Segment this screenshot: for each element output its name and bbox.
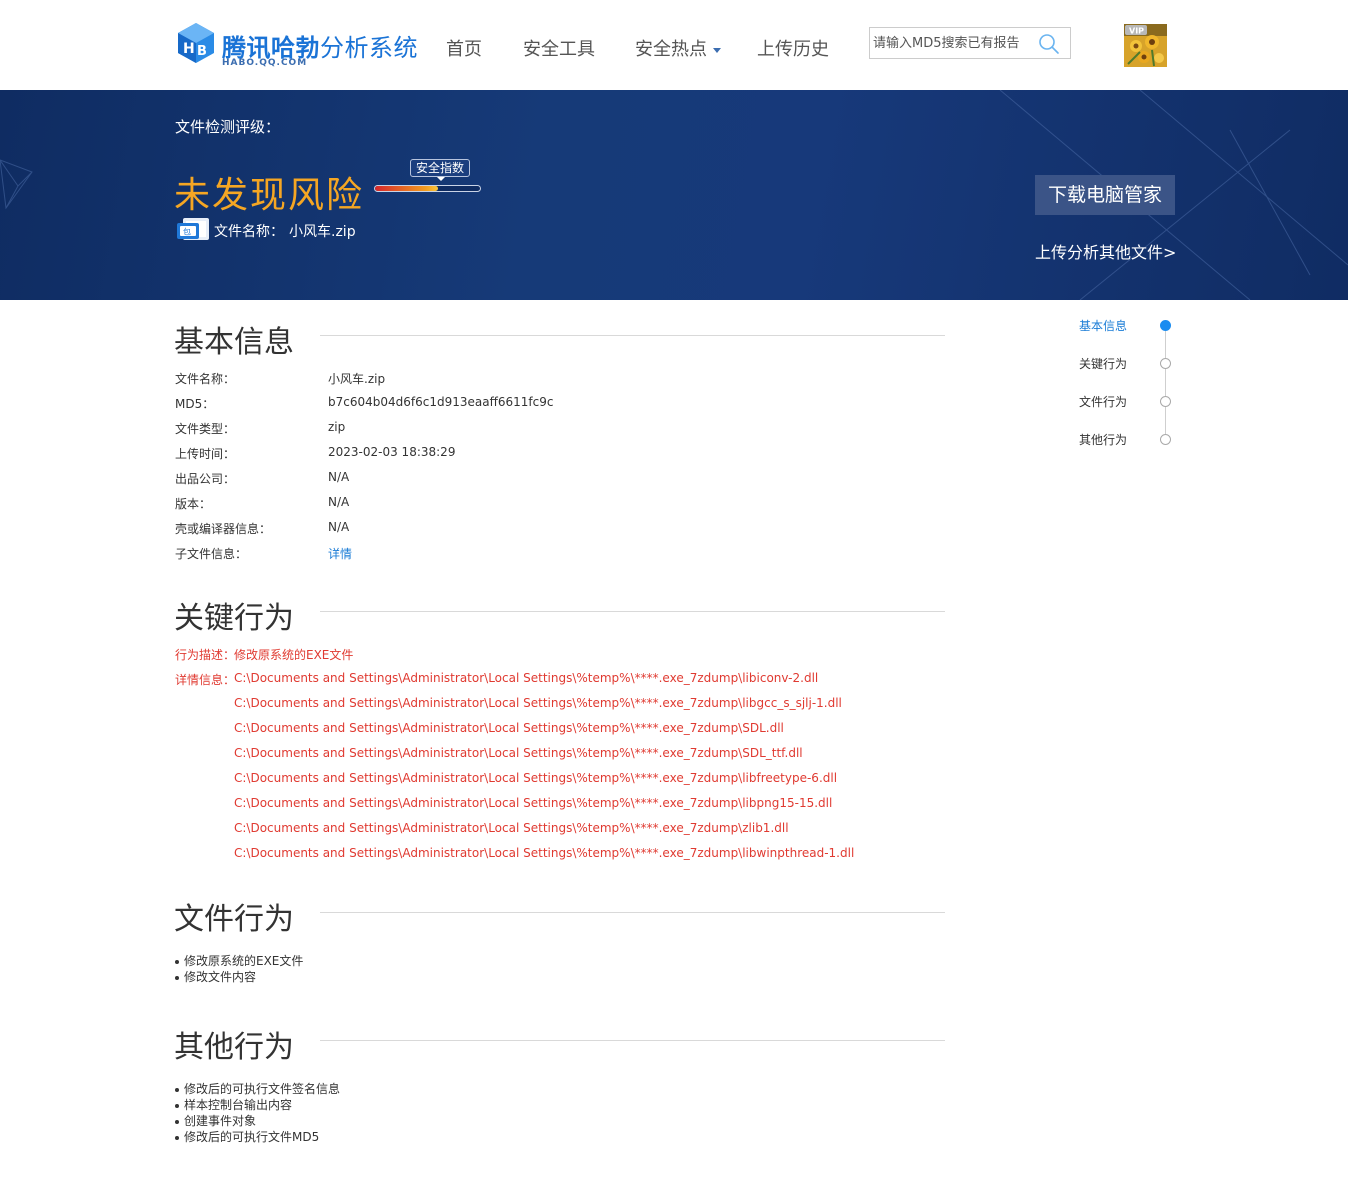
logo-title-light: 分析系统: [320, 34, 418, 62]
section-title-other-behavior: 其他行为: [174, 1030, 294, 1065]
info-key: 子文件信息：: [175, 547, 248, 561]
behavior-detail-path: C:\Documents and Settings\Administrator\…: [234, 696, 842, 710]
archive-file-icon: 包: [177, 218, 209, 240]
list-item: 修改后的可执行文件MD5: [175, 1129, 340, 1145]
timeline-item-file-behavior[interactable]: 文件行为: [1079, 392, 1179, 410]
info-key: 壳或编译器信息：: [175, 522, 272, 536]
md5-search-input[interactable]: [873, 28, 1033, 58]
list-item: 修改文件内容: [175, 969, 303, 985]
info-key: 出品公司：: [175, 472, 236, 486]
info-key: 文件类型：: [175, 422, 236, 436]
behavior-desc-label: 行为描述：: [175, 648, 236, 662]
section-title-basic-info: 基本信息: [174, 325, 294, 360]
timeline-label: 关键行为: [1079, 357, 1128, 371]
timeline-label: 文件行为: [1079, 395, 1128, 409]
info-key: 版本：: [175, 497, 212, 511]
info-key: MD5：: [175, 397, 215, 411]
banner-filename-value: 小风车.zip: [289, 224, 356, 240]
nav-security-hotspots-label: 安全热点: [635, 39, 707, 60]
behavior-detail-path: C:\Documents and Settings\Administrator\…: [234, 746, 803, 760]
timeline-dot-icon: [1160, 358, 1171, 369]
info-value: 2023-02-03 18:38:29: [328, 445, 456, 459]
file-behavior-list: 修改原系统的EXE文件 修改文件内容: [175, 953, 303, 985]
chevron-down-icon: [713, 47, 721, 53]
list-item: 样本控制台输出内容: [175, 1097, 340, 1113]
behavior-detail-path: C:\Documents and Settings\Administrator\…: [234, 771, 838, 785]
behavior-detail-path: C:\Documents and Settings\Administrator\…: [234, 796, 833, 810]
info-value: N/A: [328, 470, 350, 484]
rating-label: 文件检测评级：: [175, 118, 281, 136]
index-pointer-icon: [437, 177, 445, 181]
section-divider: [320, 335, 945, 336]
timeline-label: 其他行为: [1079, 433, 1128, 447]
behavior-detail-path: C:\Documents and Settings\Administrator\…: [234, 721, 784, 735]
nav-upload-history[interactable]: 上传历史: [757, 35, 829, 61]
file-icon-label: 包: [183, 227, 191, 237]
md5-search-box: [869, 27, 1071, 59]
verdict-banner: 文件检测评级： 未发现风险 安全指数 包 文件名称： 小风车.zip 下载电脑管…: [0, 90, 1348, 300]
info-value: zip: [328, 420, 346, 434]
verdict-text: 未发现风险: [174, 175, 365, 216]
search-icon[interactable]: [1038, 33, 1060, 55]
habo-logo[interactable]: H B 腾讯哈勃分析系统 HABO.QQ.COM: [176, 22, 418, 72]
timeline-dot-icon: [1160, 396, 1171, 407]
behavior-detail-path: C:\Documents and Settings\Administrator\…: [234, 671, 819, 685]
subfile-details-link[interactable]: 详情: [328, 545, 352, 562]
logo-subtitle: HABO.QQ.COM: [222, 58, 308, 68]
svg-text:H: H: [183, 41, 195, 57]
list-item: 修改后的可执行文件签名信息: [175, 1081, 340, 1097]
info-value: 小风车.zip: [328, 372, 386, 386]
section-timeline-nav: 基本信息 关键行为 文件行为 其他行为: [1079, 316, 1179, 456]
info-value: N/A: [328, 495, 350, 509]
behavior-desc-value: 修改原系统的EXE文件: [234, 648, 354, 662]
security-index-meter: 安全指数: [374, 159, 482, 195]
nav-security-tools[interactable]: 安全工具: [523, 35, 595, 61]
behavior-detail-path: C:\Documents and Settings\Administrator\…: [234, 846, 855, 860]
timeline-dot-icon: [1160, 320, 1171, 331]
sunflower-avatar-icon: VIP: [1124, 24, 1167, 67]
user-avatar[interactable]: VIP: [1124, 24, 1167, 67]
security-index-bar: [374, 185, 481, 192]
timeline-line: [1165, 326, 1166, 440]
section-divider: [320, 611, 945, 612]
timeline-dot-icon: [1160, 434, 1171, 445]
timeline-item-key-behavior[interactable]: 关键行为: [1079, 354, 1179, 372]
habo-logo-icon: H B: [178, 23, 214, 63]
section-title-file-behavior: 文件行为: [174, 902, 294, 937]
security-index-badge: 安全指数: [410, 159, 471, 177]
vip-badge: VIP: [1129, 27, 1144, 36]
behavior-detail-path: C:\Documents and Settings\Administrator\…: [234, 821, 789, 835]
timeline-item-other-behavior[interactable]: 其他行为: [1079, 430, 1179, 448]
section-divider: [320, 1040, 945, 1041]
nav-security-hotspots[interactable]: 安全热点: [635, 35, 721, 61]
list-item: 修改原系统的EXE文件: [175, 953, 303, 969]
download-pc-manager-button[interactable]: 下载电脑管家: [1035, 175, 1175, 215]
section-divider: [320, 912, 945, 913]
top-header: H B 腾讯哈勃分析系统 HABO.QQ.COM 首页 安全工具 安全热点 上传…: [0, 0, 1348, 90]
section-title-key-behavior: 关键行为: [174, 601, 294, 636]
timeline-item-basic-info[interactable]: 基本信息: [1079, 316, 1179, 334]
other-behavior-list: 修改后的可执行文件签名信息 样本控制台输出内容 创建事件对象 修改后的可执行文件…: [175, 1081, 340, 1145]
info-key: 上传时间：: [175, 447, 236, 461]
info-value: b7c604b04d6f6c1d913eaaff6611fc9c: [328, 395, 554, 409]
list-item: 创建事件对象: [175, 1113, 340, 1129]
svg-text:B: B: [197, 44, 207, 59]
banner-filename-label: 文件名称：: [214, 224, 284, 240]
upload-other-file-link[interactable]: 上传分析其他文件>: [1035, 239, 1176, 263]
info-value: N/A: [328, 520, 350, 534]
security-index-fill: [375, 186, 438, 191]
info-key: 文件名称：: [175, 372, 236, 386]
nav-home[interactable]: 首页: [446, 35, 482, 61]
behavior-detail-label: 详情信息：: [175, 673, 236, 687]
timeline-label: 基本信息: [1079, 319, 1128, 333]
